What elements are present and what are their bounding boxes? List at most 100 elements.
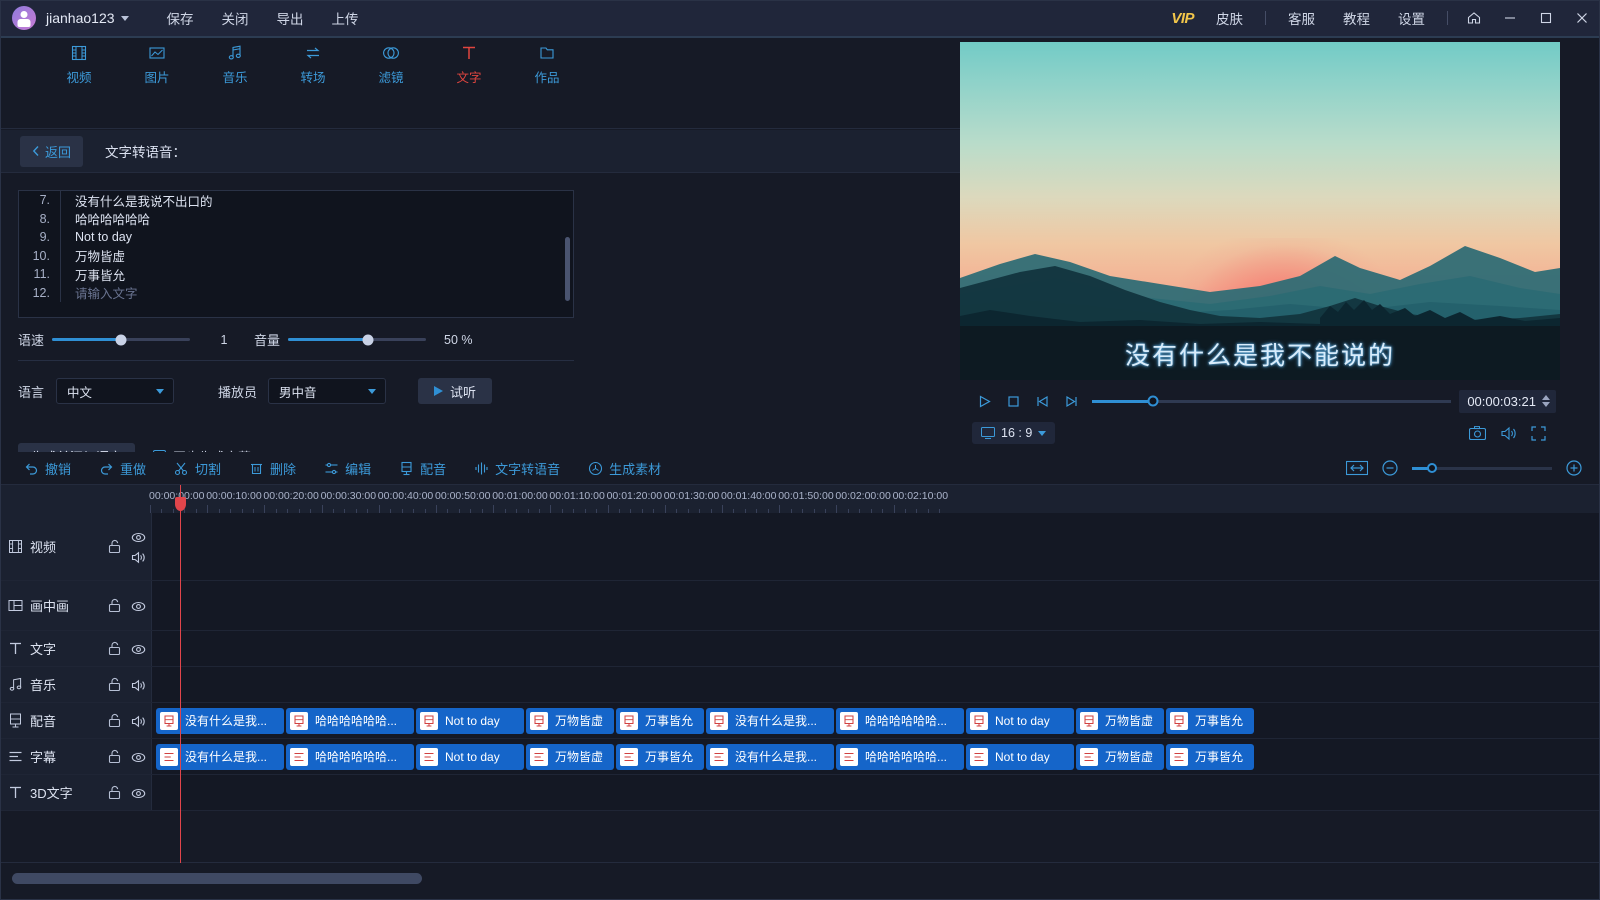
eye-icon[interactable] [131,642,146,656]
speed-slider-knob[interactable] [115,334,127,345]
eye-icon[interactable] [131,530,146,544]
volume-icon[interactable] [1500,426,1517,441]
category-transition[interactable]: 转场 [274,42,352,86]
category-video[interactable]: 视频 [40,42,118,86]
timecode-field[interactable]: 00:00:03:21 [1459,389,1556,413]
zoom-in-icon[interactable] [1566,460,1582,476]
timeline-clip[interactable]: 没有什么是我... [156,707,284,734]
track-body[interactable] [152,581,1600,630]
dubbing-button[interactable]: 配音 [389,455,456,482]
timeline-zoom-slider[interactable] [1412,463,1552,473]
category-music[interactable]: 音乐 [196,42,274,86]
track-body[interactable] [152,513,1600,580]
lock-icon[interactable] [103,677,125,692]
lock-icon[interactable] [103,539,125,554]
timeline-clip[interactable]: 万事皆允 [616,743,704,770]
list-item[interactable]: 10. 万物皆虚 [19,246,573,265]
timeline-clip[interactable]: 哈哈哈哈哈哈... [286,743,414,770]
list-item[interactable]: 12. 请输入文字 [19,283,573,302]
timeline-clip[interactable]: 哈哈哈哈哈哈... [286,707,414,734]
timeline-clip[interactable]: 哈哈哈哈哈哈... [836,707,964,734]
play-icon[interactable] [970,384,999,418]
menu-support[interactable]: 客服 [1274,4,1329,32]
zoom-out-icon[interactable] [1382,460,1398,476]
lock-icon[interactable] [103,713,125,728]
preview-progress-slider[interactable] [1092,395,1452,407]
line-text[interactable]: 没有什么是我说不出口的 [61,191,213,210]
language-select[interactable]: 中文 [56,378,174,404]
timeline-ruler[interactable]: 00:00:00:00 00:00:10:00 00:00:20:00 00:00:3… [0,485,1600,513]
redo-button[interactable]: 重做 [89,455,156,482]
timeline-clip[interactable]: 哈哈哈哈哈哈... [836,743,964,770]
eye-icon[interactable] [131,750,146,764]
prev-frame-icon[interactable] [1028,384,1057,418]
timeline-clip[interactable]: 万物皆虚 [526,707,614,734]
eye-icon[interactable] [131,786,146,800]
line-text[interactable]: 万物皆虚 [61,246,125,265]
generate-material-button[interactable]: 生成素材 [578,455,671,482]
maximize-icon[interactable] [1528,0,1564,36]
timeline-clip[interactable]: 万物皆虚 [526,743,614,770]
text-list-scrollbar[interactable] [565,237,570,301]
speaker-icon[interactable] [131,678,146,692]
stop-icon[interactable] [999,384,1028,418]
timeline-clip[interactable]: 没有什么是我... [706,743,834,770]
menu-close[interactable]: 关闭 [208,4,263,32]
timeline-clip[interactable]: 万物皆虚 [1076,743,1164,770]
tts-text-list[interactable]: 7. 没有什么是我说不出口的 8. 哈哈哈哈哈哈 9. Not to day 1… [18,190,574,318]
timeline[interactable]: 00:00:00:00 00:00:10:00 00:00:20:00 00:00:3… [0,485,1600,865]
timeline-clip[interactable]: Not to day [416,707,524,734]
fullscreen-icon[interactable] [1531,425,1546,441]
category-image[interactable]: 图片 [118,42,196,86]
timeline-clip[interactable]: 没有什么是我... [156,743,284,770]
video-preview[interactable]: 没有什么是我不能说的 [960,42,1560,380]
line-text[interactable]: 万事皆允 [61,265,125,284]
menu-upload[interactable]: 上传 [318,4,373,32]
speaker-select[interactable]: 男中音 [268,378,386,404]
timeline-clip[interactable]: 万事皆允 [616,707,704,734]
edit-button[interactable]: 编辑 [314,455,381,482]
list-item[interactable]: 8. 哈哈哈哈哈哈 [19,209,573,228]
snapshot-icon[interactable] [1469,425,1486,441]
timeline-clip[interactable]: 没有什么是我... [706,707,834,734]
menu-save[interactable]: 保存 [153,4,208,32]
timeline-clip[interactable]: Not to day [966,707,1074,734]
line-text[interactable]: Not to day [61,230,132,244]
timeline-clip[interactable]: 万事皆允 [1166,743,1254,770]
speaker-icon[interactable] [131,714,146,728]
menu-skin[interactable]: 皮肤 [1202,4,1257,32]
lock-icon[interactable] [103,749,125,764]
track-body[interactable] [152,775,1600,810]
preview-audio-button[interactable]: 试听 [418,378,493,404]
aspect-ratio-select[interactable]: 16 : 9 [972,422,1056,444]
timeline-clip[interactable]: Not to day [416,743,524,770]
speed-slider[interactable] [52,334,190,345]
category-text[interactable]: 文字 [430,42,508,86]
cut-button[interactable]: 切割 [164,455,231,482]
track-body[interactable]: 没有什么是我... 哈哈哈哈哈哈... Not to day 万物皆虚 万事皆允 没有什么… [152,703,1600,738]
list-item[interactable]: 11. 万事皆允 [19,265,573,284]
lock-icon[interactable] [103,641,125,656]
timeline-clip[interactable]: 万物皆虚 [1076,707,1164,734]
timecode-stepper[interactable] [1542,395,1550,407]
text-to-speech-button[interactable]: 文字转语音 [464,455,570,482]
back-button[interactable]: 返回 [20,135,84,167]
eye-icon[interactable] [131,599,146,613]
timeline-clip[interactable]: Not to day [966,743,1074,770]
category-filter[interactable]: 滤镜 [352,42,430,86]
line-text[interactable]: 哈哈哈哈哈哈 [61,209,150,228]
lock-icon[interactable] [103,785,125,800]
menu-settings[interactable]: 设置 [1384,4,1439,32]
menu-tutorial[interactable]: 教程 [1329,4,1384,32]
track-body[interactable] [152,667,1600,702]
avatar[interactable] [12,6,36,30]
track-body[interactable] [152,631,1600,666]
undo-button[interactable]: 撤销 [14,455,81,482]
speaker-icon[interactable] [131,550,146,564]
vip-badge[interactable]: VIP [1163,10,1202,27]
track-body[interactable]: 没有什么是我... 哈哈哈哈哈哈... Not to day 万物皆虚 万事皆允 没有什么… [152,739,1600,774]
next-frame-icon[interactable] [1057,384,1086,418]
lock-icon[interactable] [103,598,125,613]
menu-export[interactable]: 导出 [263,4,318,32]
line-text-placeholder[interactable]: 请输入文字 [61,283,138,302]
